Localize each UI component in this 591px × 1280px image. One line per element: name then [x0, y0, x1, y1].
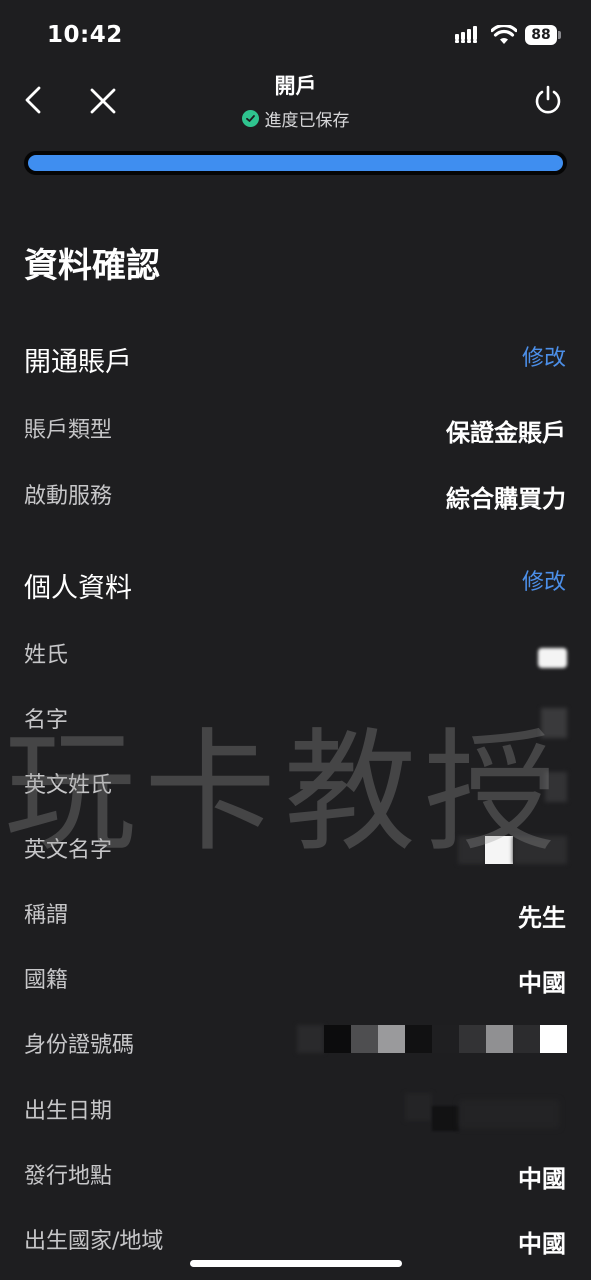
- redacted-block: [432, 1106, 459, 1131]
- power-icon[interactable]: [533, 84, 563, 116]
- redacted-block: [405, 1093, 432, 1121]
- edit-account-link[interactable]: 修改: [522, 340, 566, 372]
- battery-tip: [558, 31, 561, 39]
- redacted-block: [540, 1025, 567, 1053]
- row-label-service: 啟動服務: [24, 484, 113, 509]
- battery-level: 88: [525, 25, 557, 45]
- redacted-block: [459, 1100, 559, 1128]
- redacted-block: [513, 1025, 540, 1053]
- row-value-issue-place: 中國: [518, 1165, 566, 1193]
- row-label-nationality: 國籍: [24, 968, 69, 993]
- redacted-block: [351, 1025, 378, 1053]
- status-indicators: 88: [455, 24, 561, 46]
- status-time: 10:42: [47, 22, 123, 48]
- watermark: 玩卡教授: [4, 716, 564, 870]
- section-title-personal: 個人資料: [24, 573, 132, 604]
- redacted-block: [405, 1025, 432, 1053]
- row-value-birth-country: 中國: [518, 1230, 566, 1258]
- edit-personal-link[interactable]: 修改: [522, 564, 566, 596]
- row-label-issue-place: 發行地點: [24, 1164, 113, 1189]
- progress-bar: [24, 151, 567, 175]
- battery-icon: 88: [525, 24, 561, 46]
- page-title: 資料確認: [24, 246, 160, 286]
- row-label-surname: 姓氏: [24, 643, 69, 668]
- redacted-block: [324, 1025, 351, 1053]
- row-value-title: 先生: [518, 904, 566, 932]
- save-status: 進度已保存: [0, 106, 591, 131]
- cellular-signal-icon: [455, 26, 477, 43]
- row-label-title: 稱謂: [24, 903, 69, 928]
- home-indicator: [190, 1260, 402, 1267]
- redacted-block: [378, 1025, 405, 1053]
- section-title-account: 開通賬戶: [24, 347, 132, 378]
- row-value-account-type: 保證金賬戶: [446, 419, 566, 447]
- progress-bar-fill: [28, 155, 563, 171]
- row-label-account-type: 賬戶類型: [24, 418, 113, 443]
- row-label-birth-date: 出生日期: [24, 1099, 113, 1124]
- row-value-service: 綜合購買力: [446, 485, 566, 513]
- row-label-id-number: 身份證號碼: [24, 1033, 135, 1058]
- status-bar: 10:42 88: [0, 0, 591, 70]
- page-header-title: 開戶: [274, 74, 317, 98]
- redacted-block: [297, 1025, 324, 1053]
- redacted-value-surname: [538, 648, 567, 668]
- check-circle-icon: [241, 110, 259, 127]
- row-value-nationality: 中國: [518, 969, 566, 997]
- redacted-block: [432, 1025, 459, 1053]
- save-status-text: 進度已保存: [264, 111, 350, 131]
- redacted-block: [459, 1025, 486, 1053]
- redacted-block: [486, 1025, 513, 1053]
- row-label-birth-country: 出生國家/地域: [24, 1229, 164, 1254]
- wifi-icon: [491, 25, 517, 44]
